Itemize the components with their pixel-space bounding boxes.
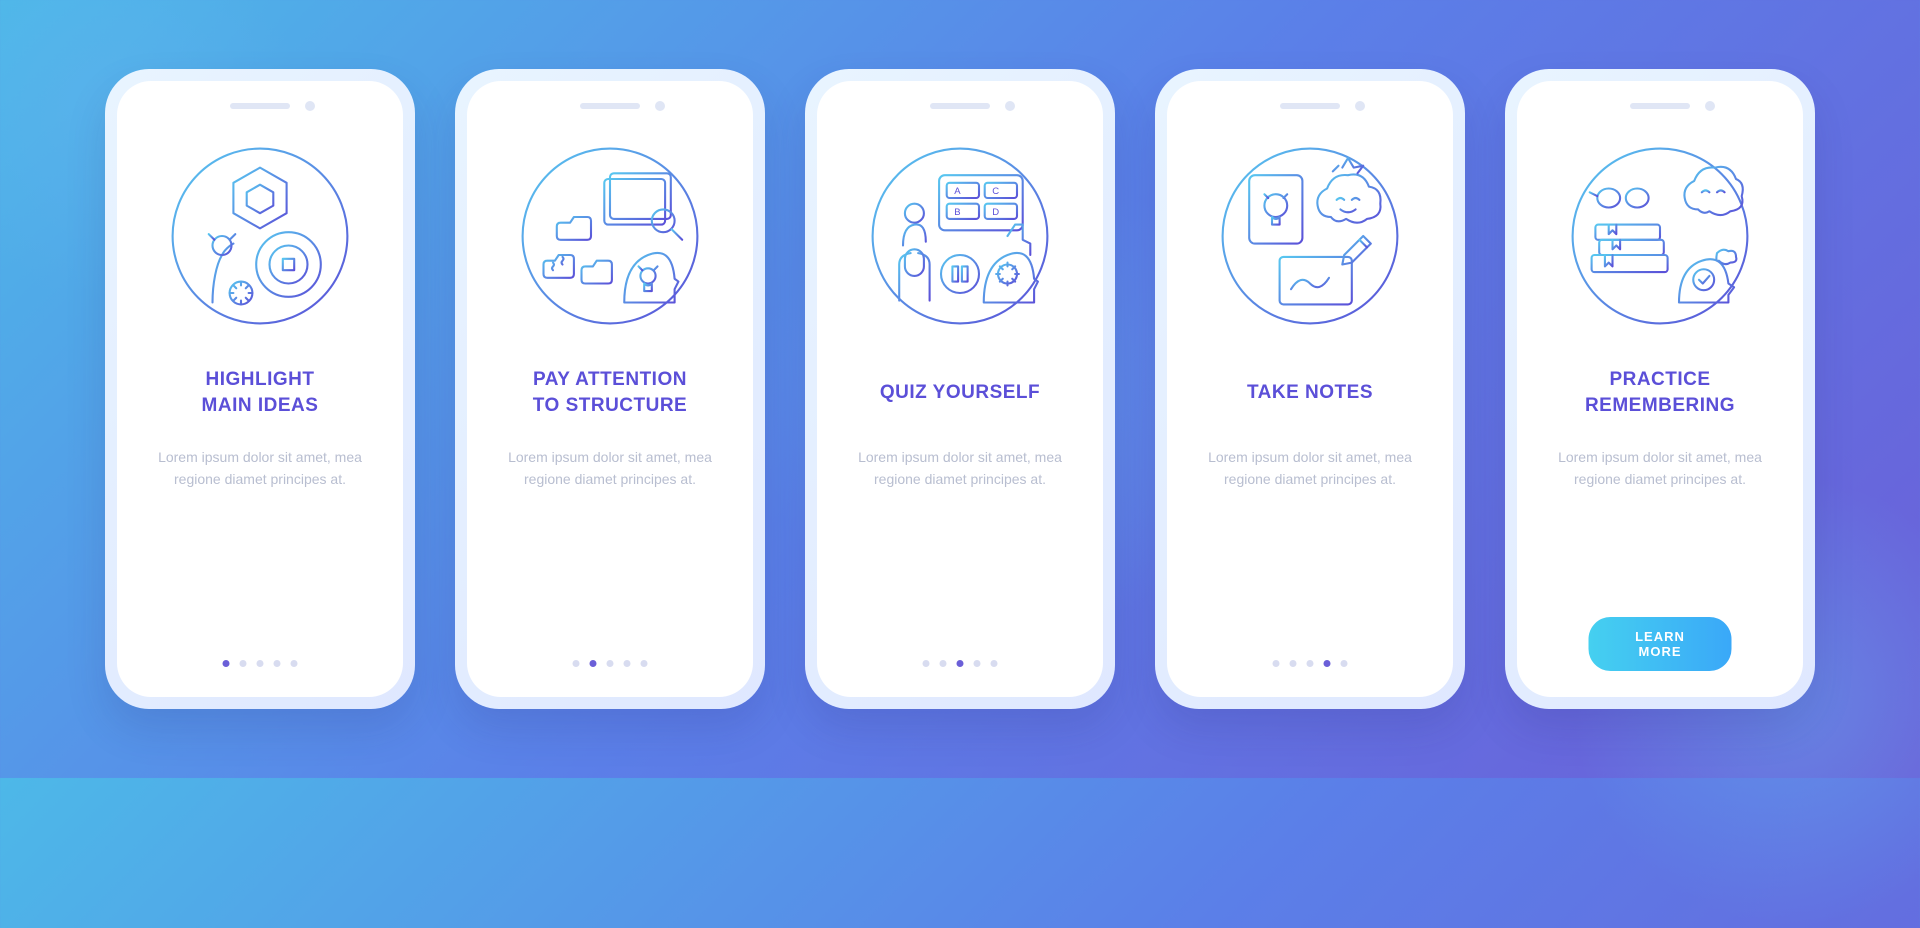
dot[interactable]	[607, 660, 614, 667]
onboarding-screen: A C B D QUIZ YOURSELF	[817, 81, 1103, 697]
phone-speaker	[230, 103, 290, 109]
onboarding-screen: TAKE NOTES Lorem ipsum dolor sit amet, m…	[1167, 81, 1453, 697]
structure-icon	[515, 141, 705, 331]
slide-title: PAY ATTENTION TO STRUCTURE	[533, 367, 687, 419]
onboarding-screen: HIGHLIGHT MAIN IDEAS Lorem ipsum dolor s…	[117, 81, 403, 697]
dot[interactable]	[624, 660, 631, 667]
dot[interactable]	[940, 660, 947, 667]
notes-icon	[1215, 141, 1405, 331]
phone-camera	[1705, 101, 1715, 111]
phone-speaker	[580, 103, 640, 109]
highlight-icon	[165, 141, 355, 331]
dot[interactable]	[573, 660, 580, 667]
slide-title: QUIZ YOURSELF	[880, 367, 1040, 419]
phone-mockup: HIGHLIGHT MAIN IDEAS Lorem ipsum dolor s…	[105, 69, 415, 709]
dot[interactable]	[590, 660, 597, 667]
slide-body: Lorem ipsum dolor sit amet, mea regione …	[1541, 447, 1779, 490]
dot[interactable]	[991, 660, 998, 667]
dot[interactable]	[223, 660, 230, 667]
dot[interactable]	[1341, 660, 1348, 667]
dot[interactable]	[257, 660, 264, 667]
page-indicator	[923, 660, 998, 667]
phone-mockup: PRACTICE REMEMBERING Lorem ipsum dolor s…	[1505, 69, 1815, 709]
page-indicator	[573, 660, 648, 667]
svg-text:C: C	[992, 186, 999, 197]
dot[interactable]	[240, 660, 247, 667]
phone-speaker	[1630, 103, 1690, 109]
dot[interactable]	[957, 660, 964, 667]
svg-text:A: A	[954, 186, 961, 197]
dot[interactable]	[1290, 660, 1297, 667]
onboarding-carousel: HIGHLIGHT MAIN IDEAS Lorem ipsum dolor s…	[105, 69, 1815, 709]
remember-icon	[1565, 141, 1755, 331]
dot[interactable]	[641, 660, 648, 667]
dot[interactable]	[923, 660, 930, 667]
dot[interactable]	[274, 660, 281, 667]
phone-camera	[1005, 101, 1015, 111]
onboarding-screen: PRACTICE REMEMBERING Lorem ipsum dolor s…	[1517, 81, 1803, 697]
slide-body: Lorem ipsum dolor sit amet, mea regione …	[141, 447, 379, 490]
phone-speaker	[930, 103, 990, 109]
svg-text:B: B	[954, 207, 960, 218]
slide-body: Lorem ipsum dolor sit amet, mea regione …	[1191, 447, 1429, 490]
slide-title: TAKE NOTES	[1247, 367, 1373, 419]
svg-text:D: D	[992, 207, 999, 218]
phone-mockup: PAY ATTENTION TO STRUCTURE Lorem ipsum d…	[455, 69, 765, 709]
slide-body: Lorem ipsum dolor sit amet, mea regione …	[491, 447, 729, 490]
dot[interactable]	[1324, 660, 1331, 667]
slide-title: HIGHLIGHT MAIN IDEAS	[202, 367, 319, 419]
dot[interactable]	[974, 660, 981, 667]
learn-more-button[interactable]: LEARN MORE	[1589, 617, 1732, 671]
slide-body: Lorem ipsum dolor sit amet, mea regione …	[841, 447, 1079, 490]
phone-mockup: A C B D QUIZ YOURSELF	[805, 69, 1115, 709]
phone-mockup: TAKE NOTES Lorem ipsum dolor sit amet, m…	[1155, 69, 1465, 709]
quiz-icon: A C B D	[865, 141, 1055, 331]
dot[interactable]	[291, 660, 298, 667]
page-indicator	[223, 660, 298, 667]
phone-camera	[655, 101, 665, 111]
slide-title: PRACTICE REMEMBERING	[1585, 367, 1735, 419]
onboarding-screen: PAY ATTENTION TO STRUCTURE Lorem ipsum d…	[467, 81, 753, 697]
phone-camera	[305, 101, 315, 111]
phone-camera	[1355, 101, 1365, 111]
dot[interactable]	[1307, 660, 1314, 667]
dot[interactable]	[1273, 660, 1280, 667]
phone-speaker	[1280, 103, 1340, 109]
page-indicator	[1273, 660, 1348, 667]
